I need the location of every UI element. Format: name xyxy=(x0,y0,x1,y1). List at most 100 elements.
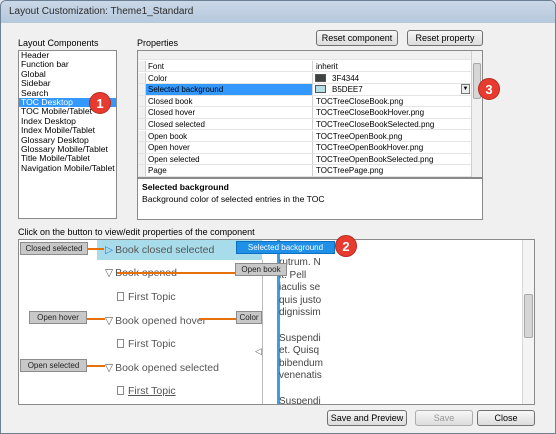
property-value[interactable]: TOCTreeCloseBookHover.png xyxy=(312,107,472,118)
content-text-line: bibendum xyxy=(279,357,323,369)
preview-scrollbar[interactable] xyxy=(522,240,534,404)
component-item[interactable]: Navigation Mobile/Tablet xyxy=(19,164,116,173)
reset-component-button[interactable]: Reset component xyxy=(316,30,398,46)
save-button: Save xyxy=(415,410,473,426)
property-row[interactable]: Open book TOCTreeOpenBook.png xyxy=(138,130,472,142)
callout-3: 3 xyxy=(478,78,500,100)
color-button[interactable]: Color xyxy=(236,311,262,324)
page-icon xyxy=(117,292,124,301)
property-row[interactable]: Closed selected TOCTreeCloseBookSelected.… xyxy=(138,119,472,131)
closed-selected-button[interactable]: Closed selected xyxy=(20,242,88,255)
row-gutter xyxy=(138,142,146,153)
component-item[interactable]: Function bar xyxy=(19,60,116,69)
property-name: Open selected xyxy=(148,154,200,164)
component-item[interactable]: Index Mobile/Tablet xyxy=(19,126,116,135)
property-row[interactable]: Closed hover TOCTreeCloseBookHover.png xyxy=(138,107,472,119)
color-swatch[interactable] xyxy=(315,85,326,94)
property-value[interactable]: B5DEE7 ▼ xyxy=(312,84,472,95)
property-value[interactable]: TOCTreeOpenBookHover.png xyxy=(312,142,472,153)
page-icon xyxy=(117,339,124,348)
layout-components-list[interactable]: Header Function bar Global Sidebar Search TOC… xyxy=(18,50,117,219)
reset-property-button[interactable]: Reset property xyxy=(407,30,483,46)
layout-components-label: Layout Components xyxy=(18,38,99,48)
color-swatch[interactable] xyxy=(315,73,326,82)
content-text-line: venenatis xyxy=(279,370,322,382)
component-item[interactable]: Header xyxy=(19,51,116,60)
row-gutter xyxy=(138,130,146,141)
book-open-icon: ▽ xyxy=(105,267,114,279)
toc-entry[interactable]: ▽ Book opened selected xyxy=(105,362,219,374)
property-description: Selected background Background color of … xyxy=(137,178,483,220)
component-item[interactable]: Glossary Desktop xyxy=(19,136,116,145)
toc-entry[interactable]: ▷ Book closed selected xyxy=(105,244,214,256)
component-item[interactable]: Title Mobile/Tablet xyxy=(19,154,116,163)
row-gutter xyxy=(138,107,146,118)
toc-entry-label: Book opened selected xyxy=(115,362,219,374)
property-row[interactable]: Closed book TOCTreeCloseBook.png xyxy=(138,95,472,108)
property-name: Closed selected xyxy=(148,120,205,129)
property-value[interactable]: inherit xyxy=(312,61,472,72)
open-selected-arrow xyxy=(87,365,105,367)
open-book-button[interactable]: Open book xyxy=(235,263,287,276)
toc-entry-label: First Topic xyxy=(128,385,176,397)
property-value-text: TOCTreeCloseBookHover.png xyxy=(316,108,425,118)
close-button[interactable]: Close xyxy=(477,410,535,426)
properties-label: Properties xyxy=(137,38,179,48)
property-value[interactable]: TOCTreeCloseBook.png xyxy=(312,95,472,107)
properties-grid[interactable]: Font inherit Color 3F4344 Selected backgroun… xyxy=(137,50,483,178)
property-row[interactable]: Selected background B5DEE7 ▼ xyxy=(138,84,472,96)
open-hover-button[interactable]: Open hover xyxy=(29,311,87,324)
properties-scrollbar[interactable] xyxy=(471,51,482,177)
toc-preview[interactable]: ▷Book closed selected▽Book openedFirst T… xyxy=(18,239,535,405)
open-book-arrow xyxy=(117,272,235,274)
layout-customization-dialog: Layout Customization: Theme1_Standard La… xyxy=(0,0,556,434)
toc-divider xyxy=(262,260,263,404)
component-item[interactable]: Sidebar xyxy=(19,79,116,88)
property-value[interactable]: TOCTreePage.png xyxy=(312,165,472,176)
property-row[interactable]: Font inherit xyxy=(138,61,472,73)
save-and-preview-button[interactable]: Save and Preview xyxy=(327,410,407,426)
property-name: Page xyxy=(148,166,167,176)
row-gutter xyxy=(138,95,146,107)
property-value-text: TOCTreeCloseBook.png xyxy=(316,96,404,106)
open-selected-button[interactable]: Open selected xyxy=(20,359,87,372)
property-value[interactable]: TOCTreeOpenBook.png xyxy=(312,130,472,141)
property-value-text: TOCTreeOpenBook.png xyxy=(316,131,403,141)
property-value[interactable]: TOCTreeCloseBookSelected.png xyxy=(312,119,472,130)
row-gutter xyxy=(138,72,146,83)
toc-entry-label: Book closed selected xyxy=(115,244,215,256)
property-row[interactable]: Open hover TOCTreeOpenBookHover.png xyxy=(138,142,472,154)
property-value-text: inherit xyxy=(316,62,338,71)
toc-entry[interactable]: First Topic xyxy=(117,291,176,303)
property-name: Font xyxy=(148,62,165,71)
property-name: Color xyxy=(148,73,168,83)
property-row[interactable]: Color 3F4344 xyxy=(138,72,472,84)
preview-scrollbar-thumb[interactable] xyxy=(524,294,533,338)
toc-entry[interactable]: ▽ Book opened hover xyxy=(105,315,206,327)
property-row[interactable]: Open selected TOCTreeOpenBookSelected.png xyxy=(138,153,472,166)
property-value-text: TOCTreePage.png xyxy=(316,166,384,176)
component-item[interactable]: Glossary Mobile/Tablet xyxy=(19,145,116,154)
selected-background-button[interactable]: Selected background xyxy=(236,241,335,254)
content-text-line: quis justo xyxy=(279,294,322,306)
window-title: Layout Customization: Theme1_Standard xyxy=(9,6,194,17)
component-item[interactable]: Index Desktop xyxy=(19,117,116,126)
component-item[interactable]: Global xyxy=(19,70,116,79)
preview-instruction: Click on the button to view/edit propert… xyxy=(18,227,255,237)
property-name: Closed hover xyxy=(148,108,196,118)
collapse-arrow-icon[interactable]: ◁ xyxy=(255,346,262,357)
toc-entry[interactable]: First Topic xyxy=(117,338,176,350)
property-row[interactable]: Page TOCTreePage.png xyxy=(138,165,472,177)
content-text-line: Suspendi xyxy=(279,395,321,405)
content-text-line: iaculis se xyxy=(279,282,321,294)
property-value[interactable]: TOCTreeOpenBookSelected.png xyxy=(312,153,472,165)
row-gutter xyxy=(138,119,146,130)
toc-entry-label: Book opened hover xyxy=(115,315,207,327)
property-value-text: TOCTreeCloseBookSelected.png xyxy=(316,120,435,129)
property-name: Open book xyxy=(148,131,188,141)
dropdown-arrow-icon[interactable]: ▼ xyxy=(461,84,470,95)
row-gutter xyxy=(138,153,146,165)
row-gutter xyxy=(138,84,146,95)
toc-entry[interactable]: First Topic xyxy=(117,385,176,397)
property-value[interactable]: 3F4344 xyxy=(312,72,472,83)
